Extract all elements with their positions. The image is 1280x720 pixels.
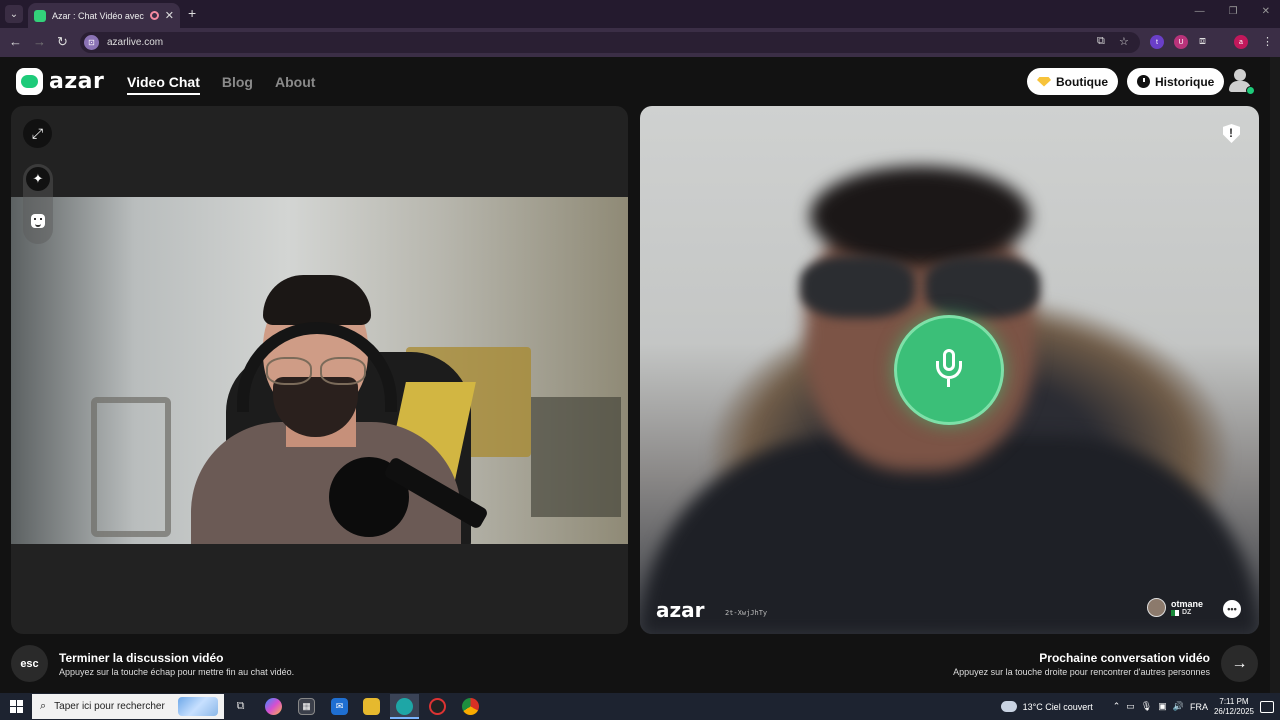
windows-taskbar: ⌕ Taper ici pour rechercher ⧉ ▦ ✉ 13°C C…: [0, 693, 1280, 720]
clock-time: 7:11 PM: [1219, 696, 1249, 706]
effects-toolbar: ✦: [23, 164, 53, 244]
browser-menu-icon[interactable]: ⋮: [1262, 35, 1273, 48]
taskbar-search[interactable]: ⌕ Taper ici pour rechercher: [32, 694, 224, 719]
profile-avatar-icon[interactable]: a: [1234, 35, 1248, 49]
search-placeholder: Taper ici pour rechercher: [54, 701, 165, 712]
taskbar-clock[interactable]: 7:11 PM 26/12/2025: [1214, 697, 1254, 717]
install-app-icon[interactable]: ⧉: [1097, 35, 1105, 48]
recording-indicator-icon: [149, 11, 159, 20]
weather-text[interactable]: 13°C Ciel couvert: [1023, 702, 1093, 712]
microsoft-store-icon[interactable]: ▦: [298, 698, 315, 715]
tab-close-icon[interactable]: ✕: [165, 9, 174, 22]
self-video-panel: ⤢ ✦: [11, 106, 628, 634]
edge-browser-icon[interactable]: [396, 698, 413, 715]
window-controls: — ❐ ✕: [1195, 6, 1270, 17]
obs-recorder-icon[interactable]: [429, 698, 446, 715]
microphone-icon: [935, 349, 963, 391]
arrow-right-icon: →: [1231, 654, 1248, 672]
browser-tabstrip: ⌄ Azar : Chat Vidéo avec de n ✕ + — ❐ ✕: [0, 0, 1280, 28]
azar-favicon-icon: [34, 9, 46, 22]
online-status-dot: [1246, 86, 1255, 95]
url-text: azarlive.com: [107, 37, 164, 48]
partner-avatar: [1147, 598, 1166, 617]
chrome-icon[interactable]: [462, 698, 479, 715]
extension-u-icon[interactable]: U: [1174, 35, 1188, 49]
address-bar[interactable]: ⊡ azarlive.com: [80, 32, 1140, 53]
back-icon[interactable]: ←: [9, 34, 22, 49]
mail-icon[interactable]: ✉: [331, 698, 348, 715]
partner-country: DZ: [1182, 609, 1192, 616]
restore-icon[interactable]: ❐: [1229, 6, 1238, 17]
main-nav: Video Chat Blog About: [127, 74, 315, 95]
windows-start-icon[interactable]: [10, 700, 23, 713]
history-button[interactable]: Historique: [1127, 68, 1225, 95]
expand-icon: ⤢: [31, 125, 44, 141]
sparkle-effects-icon[interactable]: ✦: [26, 167, 50, 191]
shop-button[interactable]: Boutique: [1027, 68, 1118, 95]
history-label: Historique: [1155, 74, 1215, 89]
page-scrollbar[interactable]: [1270, 57, 1280, 693]
language-indicator[interactable]: FRA: [1190, 702, 1208, 712]
clock-icon: [1137, 75, 1150, 88]
next-chat-title: Prochaine conversation vidéo: [1039, 651, 1210, 665]
browser-tab[interactable]: Azar : Chat Vidéo avec de n ✕: [28, 3, 180, 28]
network-icon[interactable]: ▭: [1126, 701, 1135, 712]
new-tab-button[interactable]: +: [188, 5, 196, 21]
watermark-id: 2t-XwjJhTy: [725, 609, 768, 617]
expand-view-button[interactable]: ⤢: [23, 119, 52, 148]
nav-video-chat[interactable]: Video Chat: [127, 74, 200, 95]
microphone-button[interactable]: [894, 315, 1004, 425]
partner-video-panel: azar 2t-XwjJhTy otmane DZ •••: [640, 106, 1259, 634]
search-icon: ⌕: [40, 700, 47, 712]
volume-icon[interactable]: 🔊: [1173, 701, 1184, 712]
tab-title: Azar : Chat Vidéo avec de n: [52, 10, 144, 21]
minimize-icon[interactable]: —: [1195, 6, 1205, 17]
copilot-icon[interactable]: [265, 698, 282, 715]
task-view-icon[interactable]: ⧉: [232, 698, 249, 715]
azar-logo-icon: [16, 68, 43, 95]
reload-icon[interactable]: ↻: [57, 34, 68, 50]
end-chat-title: Terminer la discussion vidéo: [59, 651, 224, 665]
mic-tray-icon[interactable]: 🎙: [1141, 701, 1152, 712]
system-tray: 13°C Ciel couvert ⌃ ▭ 🎙 ▣ 🔊 FRA 7:11 PM …: [1000, 693, 1280, 720]
bookmark-star-icon[interactable]: ☆: [1119, 35, 1129, 48]
nav-about[interactable]: About: [275, 74, 315, 95]
self-camera-feed: [11, 197, 628, 544]
azar-site: azar Video Chat Blog About Boutique Hist…: [0, 57, 1270, 693]
face-filter-icon[interactable]: [31, 214, 45, 228]
next-chat-subtitle: Appuyez sur la touche droite pour rencon…: [953, 667, 1210, 677]
extension-t-icon[interactable]: t: [1150, 35, 1164, 49]
site-info-icon[interactable]: ⊡: [84, 35, 99, 50]
tray-chevron-icon[interactable]: ⌃: [1113, 701, 1121, 712]
close-window-icon[interactable]: ✕: [1262, 6, 1270, 17]
logo-text: azar: [49, 69, 105, 94]
chat-bubble-button[interactable]: •••: [1223, 600, 1241, 618]
display-icon[interactable]: ▣: [1158, 701, 1167, 712]
end-chat-esc-button[interactable]: esc: [11, 645, 48, 682]
shop-label: Boutique: [1056, 74, 1108, 89]
clock-date: 26/12/2025: [1213, 706, 1254, 716]
tab-search-chevron-icon[interactable]: ⌄: [5, 5, 23, 23]
next-chat-button[interactable]: →: [1221, 645, 1258, 682]
nav-blog[interactable]: Blog: [222, 74, 253, 95]
gem-icon: [1037, 76, 1051, 87]
browser-toolbar: ← → ↻ ⊡ azarlive.com ⧉ ☆ t U ⧈ a ⋮: [0, 28, 1280, 57]
file-explorer-icon[interactable]: [363, 698, 380, 715]
notification-icon[interactable]: [1260, 700, 1274, 713]
cloud-weather-icon: [1000, 701, 1017, 712]
extensions-puzzle-icon[interactable]: ⧈: [1199, 35, 1206, 48]
partner-name: otmane: [1171, 599, 1204, 609]
forward-icon[interactable]: →: [33, 34, 46, 49]
partner-info[interactable]: otmane DZ: [1147, 598, 1203, 617]
search-highlight-image: [178, 697, 218, 716]
user-avatar-button[interactable]: [1228, 69, 1255, 95]
end-chat-subtitle: Appuyez sur la touche échap pour mettre …: [59, 667, 295, 677]
algeria-flag-icon: [1171, 609, 1179, 616]
chat-icon: •••: [1227, 604, 1237, 614]
user-icon: [1234, 69, 1246, 81]
azar-logo[interactable]: azar: [16, 68, 104, 95]
azar-watermark: azar: [656, 598, 705, 622]
